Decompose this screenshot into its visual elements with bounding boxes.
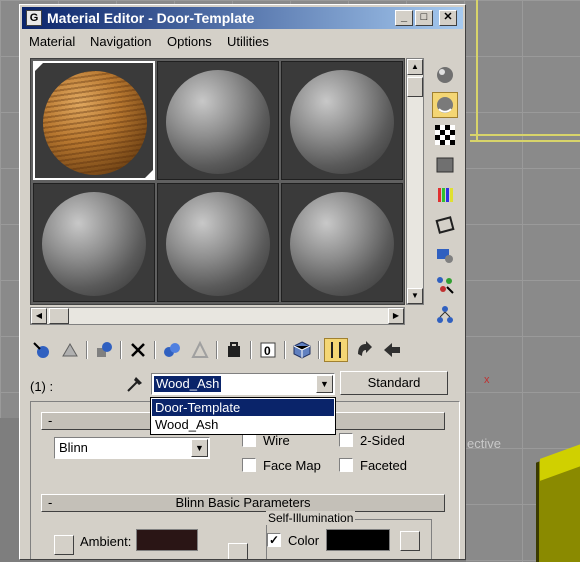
app-icon: G bbox=[26, 10, 42, 26]
samples-vertical-scrollbar[interactable]: ▲ ▼ bbox=[406, 58, 424, 305]
menu-bar: Material Navigation Options Utilities bbox=[22, 30, 463, 52]
two-sided-checkbox[interactable] bbox=[339, 433, 353, 447]
svg-text:0: 0 bbox=[264, 344, 271, 358]
shader-type-select[interactable]: Blinn ▼ bbox=[54, 437, 210, 459]
scroll-thumb[interactable] bbox=[49, 308, 69, 324]
sample-sphere bbox=[290, 70, 394, 174]
material-type-button[interactable]: Standard bbox=[340, 371, 448, 395]
video-color-check-icon[interactable] bbox=[432, 182, 458, 208]
sample-sphere bbox=[42, 192, 146, 296]
put-material-to-scene-icon[interactable] bbox=[58, 338, 82, 362]
sample-sphere bbox=[166, 192, 270, 296]
background-checker-icon[interactable] bbox=[432, 122, 458, 148]
sample-sphere bbox=[290, 192, 394, 296]
reset-map-icon[interactable] bbox=[126, 338, 150, 362]
color-label: Color bbox=[288, 533, 320, 548]
sample-slot-4[interactable] bbox=[33, 183, 155, 302]
put-to-library-icon[interactable] bbox=[222, 338, 246, 362]
slot-number-label: (1) : bbox=[30, 379, 54, 394]
scroll-left-icon[interactable]: ◀ bbox=[31, 308, 47, 324]
rollout-title: Blinn Basic Parameters bbox=[175, 495, 311, 510]
material-editor-window: G Material Editor - Door-Template _ □ ✕ … bbox=[19, 4, 466, 560]
select-by-material-icon[interactable] bbox=[432, 272, 458, 298]
material-name-field[interactable]: Wood_Ash ▼ bbox=[151, 373, 335, 395]
scroll-down-icon[interactable]: ▼ bbox=[407, 288, 423, 304]
make-unique-icon[interactable] bbox=[188, 338, 212, 362]
self-illumination-color-swatch[interactable] bbox=[326, 529, 390, 551]
dropdown-option-door-template[interactable]: Door-Template bbox=[152, 399, 334, 416]
sample-sphere bbox=[166, 70, 270, 174]
blinn-basic-parameters-header[interactable]: - Blinn Basic Parameters bbox=[41, 494, 445, 512]
sample-type-sphere-icon[interactable] bbox=[432, 62, 458, 88]
faceted-label: Faceted bbox=[360, 458, 407, 473]
get-material-icon[interactable] bbox=[30, 338, 54, 362]
viewport-label: ective bbox=[467, 436, 501, 451]
sample-slot-1[interactable] bbox=[33, 61, 155, 180]
show-end-result-icon[interactable] bbox=[324, 338, 348, 362]
menu-options[interactable]: Options bbox=[167, 34, 212, 49]
sample-slot-5[interactable] bbox=[157, 183, 279, 302]
make-material-copy-icon[interactable] bbox=[160, 338, 184, 362]
self-illumination-label: Self-Illumination bbox=[266, 511, 356, 525]
collapse-icon[interactable]: - bbox=[48, 413, 52, 429]
pick-material-from-object-icon[interactable] bbox=[124, 373, 146, 395]
minimize-button[interactable]: _ bbox=[395, 10, 413, 26]
sample-slots bbox=[30, 58, 405, 305]
chevron-down-icon[interactable]: ▼ bbox=[316, 375, 333, 393]
wire-label: Wire bbox=[263, 433, 290, 448]
material-effects-channel-icon[interactable]: 0 bbox=[256, 338, 280, 362]
self-illumination-map-button[interactable] bbox=[400, 531, 420, 551]
samples-horizontal-scrollbar[interactable]: ◀ ▶ bbox=[30, 307, 405, 325]
viewport-selection-line bbox=[470, 140, 580, 142]
sample-sphere-wood bbox=[43, 71, 147, 175]
color-checkbox[interactable]: ✓ bbox=[267, 533, 281, 547]
sample-uv-tiling-icon[interactable] bbox=[432, 152, 458, 178]
go-forward-to-sibling-icon[interactable] bbox=[380, 338, 404, 362]
ambient-label: Ambient: bbox=[80, 534, 132, 549]
chevron-down-icon[interactable]: ▼ bbox=[191, 439, 208, 457]
dropdown-option-wood-ash[interactable]: Wood_Ash bbox=[152, 416, 334, 433]
assign-material-to-selection-icon[interactable] bbox=[92, 338, 116, 362]
title-bar[interactable]: G Material Editor - Door-Template _ □ ✕ bbox=[22, 7, 463, 29]
menu-utilities[interactable]: Utilities bbox=[227, 34, 269, 49]
menu-navigation[interactable]: Navigation bbox=[90, 34, 151, 49]
backlight-icon[interactable] bbox=[432, 92, 458, 118]
ambient-color-swatch[interactable] bbox=[136, 529, 198, 551]
go-to-parent-icon[interactable] bbox=[352, 338, 376, 362]
material-name-value[interactable]: Wood_Ash bbox=[152, 375, 223, 393]
sample-slot-3[interactable] bbox=[281, 61, 403, 180]
scroll-right-icon[interactable]: ▶ bbox=[388, 308, 404, 324]
sample-slot-2[interactable] bbox=[157, 61, 279, 180]
viewport-axis-mark: x bbox=[484, 374, 490, 386]
window-title: Material Editor - Door-Template bbox=[47, 10, 255, 26]
material-map-navigator-icon[interactable] bbox=[432, 302, 458, 328]
shader-type-value: Blinn bbox=[59, 440, 88, 455]
viewport-selection-line bbox=[476, 0, 478, 140]
menu-material[interactable]: Material bbox=[29, 34, 75, 49]
scroll-up-icon[interactable]: ▲ bbox=[407, 59, 423, 75]
sample-slot-6[interactable] bbox=[281, 183, 403, 302]
maximize-button[interactable]: □ bbox=[415, 10, 433, 26]
lock-ambient-diffuse-icon[interactable] bbox=[54, 535, 74, 555]
make-preview-icon[interactable] bbox=[432, 212, 458, 238]
faceted-checkbox[interactable] bbox=[339, 458, 353, 472]
wire-checkbox[interactable] bbox=[242, 433, 256, 447]
material-toolbar: 0 bbox=[28, 337, 458, 365]
scroll-thumb[interactable] bbox=[407, 77, 423, 97]
material-name-dropdown: Door-Template Wood_Ash bbox=[150, 397, 336, 435]
show-map-in-viewport-icon[interactable] bbox=[290, 338, 314, 362]
face-map-label: Face Map bbox=[263, 458, 321, 473]
close-button[interactable]: ✕ bbox=[439, 10, 457, 26]
two-sided-label: 2-Sided bbox=[360, 433, 405, 448]
viewport-selection-line bbox=[470, 134, 580, 136]
options-icon[interactable] bbox=[432, 242, 458, 268]
face-map-checkbox[interactable] bbox=[242, 458, 256, 472]
lock-icon[interactable] bbox=[228, 543, 248, 559]
